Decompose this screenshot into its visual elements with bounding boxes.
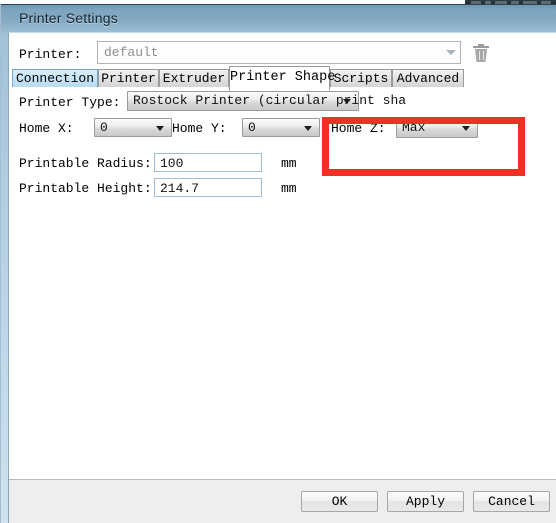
printable-height-value: 214.7	[160, 181, 200, 196]
dialog-content: Printer: default Connection Printer Extr…	[9, 33, 556, 479]
window-titlebar: Printer Settings	[1, 4, 556, 33]
printer-type-label: Printer Type:	[19, 95, 121, 110]
cancel-button[interactable]: Cancel	[473, 491, 550, 512]
home-z-combobox[interactable]: Max	[396, 118, 478, 138]
chevron-down-icon[interactable]	[343, 99, 351, 104]
printer-settings-window: Printer Settings Printer: default Connec…	[0, 4, 556, 523]
home-z-value: Max	[402, 120, 426, 135]
home-y-label: Home Y:	[172, 121, 227, 136]
home-x-combobox[interactable]: 0	[94, 118, 172, 137]
chevron-down-icon[interactable]	[462, 126, 470, 131]
printable-height-input[interactable]: 214.7	[154, 178, 262, 197]
printer-type-combobox[interactable]: Rostock Printer (circular print sha	[127, 91, 406, 111]
home-x-label: Home X:	[19, 121, 74, 136]
printable-height-unit: mm	[281, 181, 297, 196]
home-z-label: Home Z:	[331, 121, 386, 136]
printable-radius-unit: mm	[281, 156, 297, 171]
printable-height-label: Printable Height:	[19, 181, 152, 196]
home-x-value: 0	[100, 120, 108, 135]
ok-button[interactable]: OK	[301, 491, 378, 512]
chevron-down-icon[interactable]	[304, 126, 312, 131]
tab-printer-shape[interactable]: Printer Shape	[229, 66, 335, 91]
screenshot-root: Printer Settings Printer: default Connec…	[0, 0, 556, 523]
printer-type-value: Rostock Printer (circular print sha	[133, 93, 407, 108]
printable-radius-value: 100	[160, 156, 184, 171]
printable-radius-label: Printable Radius:	[19, 156, 152, 171]
dialog-client-area: Printer: default Connection Printer Extr…	[8, 32, 556, 523]
home-y-combobox[interactable]: 0	[242, 118, 320, 137]
dialog-footer: OK Apply Cancel	[9, 479, 556, 523]
printable-radius-input[interactable]: 100	[154, 153, 262, 172]
window-title: Printer Settings	[19, 10, 118, 26]
home-y-value: 0	[248, 120, 256, 135]
printer-shape-form: Printer Type: Rostock Printer (circular …	[9, 33, 556, 479]
chevron-down-icon[interactable]	[156, 126, 164, 131]
apply-button[interactable]: Apply	[387, 491, 464, 512]
